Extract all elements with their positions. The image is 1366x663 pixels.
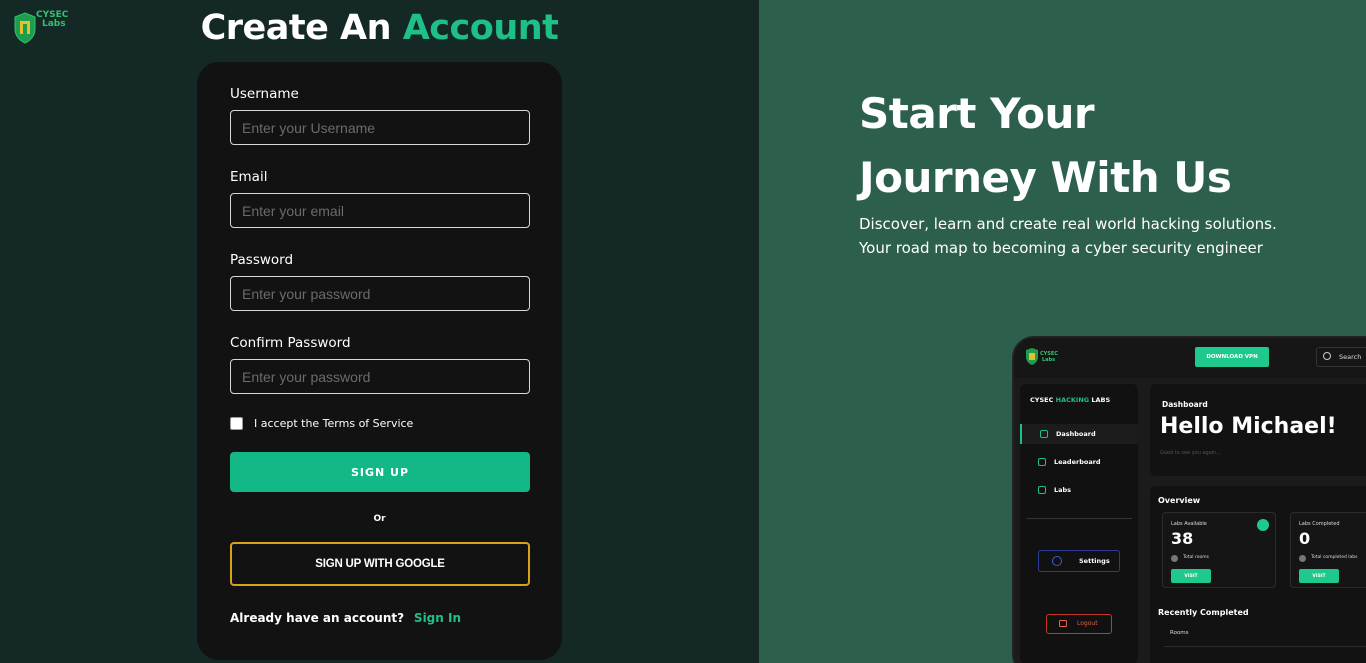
mockup-logo-icon: CYSEC Labs [1026,348,1058,365]
signup-card: Username Email Password Confirm Password… [197,62,562,660]
mockup-stat-sub: Total completed labs [1311,555,1358,560]
hero-sub-line1: Discover, learn and create real world ha… [859,215,1277,233]
mockup-brand-b: HACKING [1055,396,1090,404]
hero-title-line1: Start Your [859,89,1095,138]
mockup-nav-label: Dashboard [1056,430,1096,438]
mockup-rooms-header: Rooms [1170,630,1189,636]
logout-icon [1059,620,1067,627]
mockup-overview-title: Overview [1158,496,1201,505]
signin-row: Already have an account? Sign In [230,611,461,625]
mockup-stat-value: 0 [1299,529,1311,548]
sign-up-button[interactable]: SIGN UP [230,452,530,492]
email-label: Email [230,169,268,185]
or-divider: Or [373,514,386,524]
mockup-brand-a: CYSEC [1030,396,1056,404]
email-input[interactable] [230,193,530,228]
confirm-password-input[interactable] [230,359,530,394]
mockup-dashboard-label: Dashboard [1162,400,1208,409]
mockup-sidebar: CYSEC HACKING LABS Dashboard Leaderboard… [1020,384,1138,663]
terms-checkbox[interactable] [230,417,243,430]
password-label: Password [230,252,294,268]
mockup-visit-button: VISIT [1171,569,1211,583]
mockup-welcome-panel: Dashboard Hello Michael! Good to see you… [1150,384,1366,476]
signup-panel: CYSEC Labs Create An Account Username Em… [0,0,759,663]
mockup-recent-title: Recently Completed [1158,608,1249,617]
dashboard-mockup-image: CYSEC Labs DOWNLOAD VPN Search CYSEC HAC… [1012,336,1366,663]
hero-subtitle: Discover, learn and create real world ha… [859,212,1277,260]
mockup-stat-label: Labs Available [1171,521,1207,527]
mockup-search-text: Search [1339,353,1362,361]
mockup-stat-card: Labs Completed 0 Total completed labs VI… [1290,512,1366,588]
mockup-overview-panel: Overview Labs Available 38 Total rooms V… [1150,486,1366,663]
hero-sub-line2: Your road map to becoming a cyber securi… [859,239,1263,257]
home-icon [1040,430,1048,438]
hero-panel: Start Your Journey With Us Discover, lea… [759,0,1366,663]
username-input[interactable] [230,110,530,145]
mockup-nav-labs: Labs [1020,480,1138,500]
mockup-hello-title: Hello Michael! [1160,414,1337,439]
search-icon [1323,352,1331,360]
svg-text:Labs: Labs [1042,357,1055,363]
info-icon [1171,555,1178,562]
mockup-topbar: CYSEC Labs DOWNLOAD VPN Search [1014,338,1366,378]
confirm-password-label: Confirm Password [230,335,351,351]
mockup-table-rule [1164,646,1366,647]
hero-title: Start Your Journey With Us [859,82,1232,210]
flask-icon [1257,519,1269,531]
signin-question: Already have an account? [230,611,405,625]
mockup-nav-label: Leaderboard [1054,458,1101,466]
mockup-search: Search [1316,347,1366,367]
mockup-download-vpn-button: DOWNLOAD VPN [1195,347,1269,367]
shield-icon [1038,486,1046,494]
page-title: Create An Account [0,8,759,48]
mockup-brand: CYSEC HACKING LABS [1030,396,1110,404]
mockup-logout-button: Logout [1046,614,1112,634]
mockup-stat-value: 38 [1171,529,1194,548]
mockup-nav-dashboard: Dashboard [1020,424,1138,444]
mockup-brand-c: LABS [1089,396,1111,404]
gear-icon [1052,556,1062,566]
leaderboard-icon [1038,458,1046,466]
title-accent: Account [402,8,559,48]
password-input[interactable] [230,276,530,311]
mockup-settings-button: Settings [1038,550,1120,572]
mockup-logout-label: Logout [1077,620,1098,627]
mockup-nav-leaderboard: Leaderboard [1020,452,1138,472]
mockup-greeting: Good to see you again... [1160,450,1222,456]
mockup-stat-label: Labs Completed [1299,521,1340,527]
mockup-divider [1026,518,1132,519]
terms-label: I accept the Terms of Service [254,417,414,430]
username-label: Username [230,86,299,102]
info-icon [1299,555,1306,562]
hero-title-line2: Journey With Us [859,153,1232,202]
mockup-stat-card: Labs Available 38 Total rooms VISIT [1162,512,1276,588]
title-prefix: Create An [200,8,392,48]
mockup-stat-sub: Total rooms [1183,555,1209,560]
mockup-visit-button: VISIT [1299,569,1339,583]
sign-in-link[interactable]: Sign In [414,611,461,625]
google-signup-button[interactable]: SIGN UP WITH GOOGLE [230,542,530,586]
mockup-nav-label: Labs [1054,486,1072,494]
mockup-settings-label: Settings [1079,557,1110,565]
